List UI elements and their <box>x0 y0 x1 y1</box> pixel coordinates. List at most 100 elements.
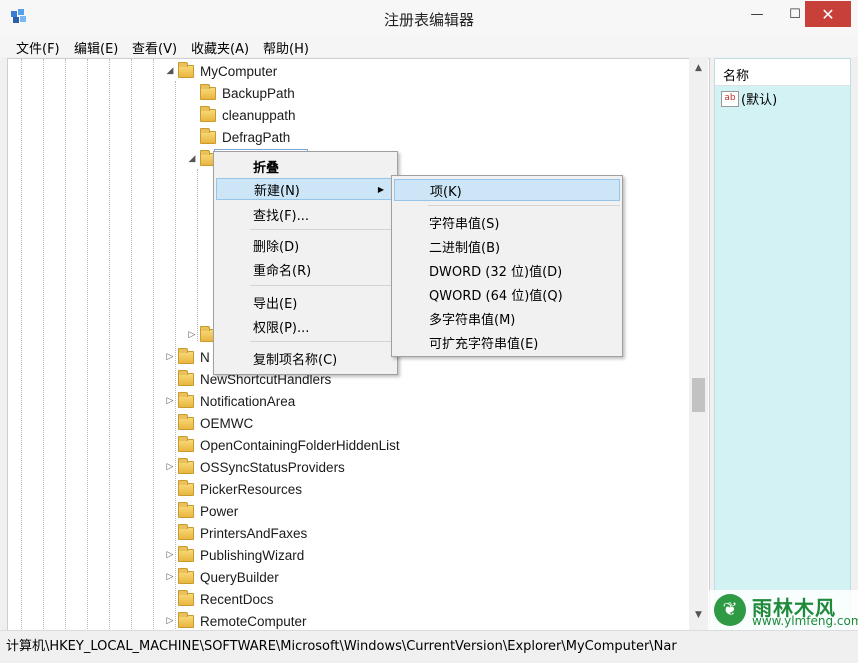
submenu-item-binary[interactable]: 二进制值(B) <box>394 235 620 257</box>
tree-node-publishingwizard[interactable]: ▷ PublishingWizard <box>164 544 304 566</box>
tree-node-label: PrintersAndFaxes <box>200 525 308 541</box>
collapsed-arrow-icon[interactable]: ▷ <box>164 395 176 407</box>
menu-item-label: 项(K) <box>430 184 462 200</box>
watermark-en: www.ylmfeng.com <box>752 614 858 628</box>
tree-node-defragpath[interactable]: DefragPath <box>200 126 290 148</box>
folder-icon <box>178 567 194 584</box>
collapsed-arrow-icon[interactable]: ▷ <box>164 615 176 627</box>
scroll-up-arrow-icon[interactable]: ▲ <box>692 63 705 73</box>
menu-item-label: 重命名(R) <box>253 263 312 279</box>
tree-node-querybuilder[interactable]: ▷ QueryBuilder <box>164 566 279 588</box>
tree-node-printersandfaxes[interactable]: PrintersAndFaxes <box>178 522 307 544</box>
watermark: ❦ 雨林木风 www.ylmfeng.com <box>708 590 858 630</box>
menu-item-new[interactable]: 新建(N) ▶ <box>216 178 395 200</box>
tree-node-oemwc[interactable]: OEMWC <box>178 412 253 434</box>
tree-guide-line <box>87 59 88 631</box>
menu-help[interactable]: 帮助(H) <box>263 37 309 58</box>
menu-item-export[interactable]: 导出(E) <box>216 291 395 313</box>
tree-guide-line <box>197 169 198 341</box>
tree-node-pickerresources[interactable]: PickerResources <box>178 478 302 500</box>
folder-icon <box>178 545 194 562</box>
tree-node-label: QueryBuilder <box>200 569 279 585</box>
scrollbar-thumb[interactable] <box>692 378 705 412</box>
menu-item-label: QWORD (64 位)值(Q) <box>429 288 563 304</box>
menu-view[interactable]: 查看(V) <box>132 37 177 58</box>
tree-node-label: NotificationArea <box>200 393 296 409</box>
menu-item-label: 查找(F)... <box>253 208 310 224</box>
submenu-item-string[interactable]: 字符串值(S) <box>394 211 620 233</box>
folder-icon <box>178 523 194 540</box>
menu-item-label: 多字符串值(M) <box>429 312 516 328</box>
folder-icon <box>178 479 194 496</box>
menu-separator <box>250 229 395 230</box>
menu-item-label: 复制项名称(C) <box>253 352 338 368</box>
menu-separator <box>428 205 620 206</box>
folder-icon <box>178 347 194 364</box>
scroll-down-arrow-icon[interactable]: ▼ <box>692 610 705 620</box>
collapsed-arrow-icon[interactable]: ▷ <box>164 461 176 473</box>
menu-item-rename[interactable]: 重命名(R) <box>216 258 395 280</box>
column-header-label: 名称 <box>723 69 750 84</box>
tree-scrollbar[interactable]: ▲ ▼ <box>689 58 708 630</box>
context-menu: 折叠 新建(N) ▶ 查找(F)... 删除(D) 重命名(R) 导出(E) 权限… <box>213 151 398 375</box>
expanded-arrow-icon[interactable]: ◢ <box>186 153 198 165</box>
values-pane[interactable]: 名称 ab (默认) <box>714 58 851 632</box>
collapsed-arrow-icon[interactable]: ▷ <box>164 549 176 561</box>
tree-node-mycomputer[interactable]: ◢ MyComputer <box>164 60 277 82</box>
folder-icon <box>178 457 194 474</box>
tree-node-cleanuppath[interactable]: cleanuppath <box>200 104 296 126</box>
column-header-name[interactable]: 名称 <box>715 59 850 86</box>
submenu-item-qword[interactable]: QWORD (64 位)值(Q) <box>394 283 620 305</box>
menu-separator <box>250 285 395 286</box>
tree-node-n[interactable]: ▷ N <box>164 346 210 368</box>
menu-favorites[interactable]: 收藏夹(A) <box>191 37 249 58</box>
value-name: (默认) <box>741 93 778 108</box>
menu-item-find[interactable]: 查找(F)... <box>216 203 395 225</box>
menu-item-label: 折叠 <box>253 160 280 176</box>
submenu-item-expandable-string[interactable]: 可扩充字符串值(E) <box>394 331 620 353</box>
folder-icon <box>200 83 216 100</box>
collapsed-arrow-icon[interactable]: ▷ <box>186 329 198 341</box>
menu-item-collapse[interactable]: 折叠 <box>216 155 395 177</box>
close-button[interactable]: ✕ <box>805 1 851 27</box>
collapsed-arrow-icon[interactable]: ▷ <box>164 571 176 583</box>
submenu-item-dword[interactable]: DWORD (32 位)值(D) <box>394 259 620 281</box>
status-bar: 计算机\HKEY_LOCAL_MACHINE\SOFTWARE\Microsof… <box>0 630 858 663</box>
value-row-default[interactable]: ab (默认) <box>721 89 777 108</box>
submenu-item-key[interactable]: 项(K) <box>394 179 620 201</box>
menu-bar: 文件(F) 编辑(E) 查看(V) 收藏夹(A) 帮助(H) <box>0 35 858 57</box>
tree-node-recentdocs[interactable]: RecentDocs <box>178 588 274 610</box>
tree-node-label: PickerResources <box>200 481 303 497</box>
title-bar: 注册表编辑器 — ☐ ✕ <box>0 0 858 36</box>
tree-node-ossyncstatusproviders[interactable]: ▷ OSSyncStatusProviders <box>164 456 345 478</box>
tree-guide-line <box>21 59 22 631</box>
string-value-icon: ab <box>721 90 739 107</box>
tree-node-label: OEMWC <box>200 415 254 431</box>
menu-file[interactable]: 文件(F) <box>16 37 60 58</box>
menu-item-permissions[interactable]: 权限(P)... <box>216 315 395 337</box>
tree-node-label: OpenContainingFolderHiddenList <box>200 437 400 453</box>
tree-node-remotecomputer[interactable]: ▷ RemoteComputer <box>164 610 307 631</box>
folder-icon <box>200 127 216 144</box>
folder-icon <box>178 435 194 452</box>
tree-node-power[interactable]: Power <box>178 500 238 522</box>
tree-node-opencontainingfolder[interactable]: OpenContainingFolderHiddenList <box>178 434 400 456</box>
tree-guide-line <box>43 59 44 631</box>
submenu-arrow-icon: ▶ <box>377 184 384 194</box>
collapsed-arrow-icon[interactable]: ▷ <box>164 351 176 363</box>
tree-node-label: N <box>200 349 210 365</box>
menu-edit[interactable]: 编辑(E) <box>74 37 118 58</box>
menu-item-delete[interactable]: 删除(D) <box>216 234 395 256</box>
tree-node-notificationarea[interactable]: ▷ NotificationArea <box>164 390 295 412</box>
tree-node-label: DefragPath <box>222 129 291 145</box>
menu-item-copy-key-name[interactable]: 复制项名称(C) <box>216 347 395 369</box>
folder-icon <box>200 105 216 122</box>
submenu-item-multi-string[interactable]: 多字符串值(M) <box>394 307 620 329</box>
tree-node-label: Power <box>200 503 239 519</box>
menu-item-label: 删除(D) <box>253 239 300 255</box>
tree-guide-line <box>109 59 110 631</box>
minimize-button[interactable]: — <box>737 1 777 27</box>
menu-item-label: 权限(P)... <box>253 320 310 336</box>
tree-node-backuppath[interactable]: BackupPath <box>200 82 295 104</box>
expanded-arrow-icon[interactable]: ◢ <box>164 65 176 77</box>
